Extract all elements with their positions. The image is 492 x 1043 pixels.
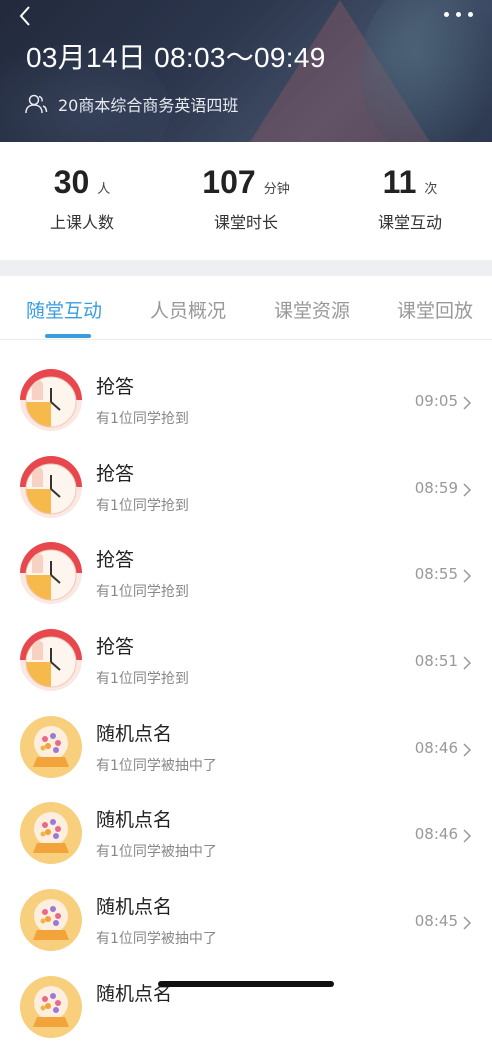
tab-bar: 随堂互动 人员概况 课堂资源 课堂回放	[0, 276, 492, 340]
chevron-right-icon	[463, 829, 472, 843]
chevron-right-icon	[463, 569, 472, 583]
item-subtitle: 有1位同学被抽中了	[96, 757, 217, 774]
random-call-icon	[19, 975, 83, 1039]
random-call-icon	[19, 801, 83, 865]
item-time: 08:51	[414, 652, 458, 671]
item-time: 08:59	[414, 478, 458, 497]
quick-answer-icon	[19, 368, 83, 432]
item-time: 08:45	[414, 912, 458, 931]
list-item[interactable]: 抢答有1位同学抢到 08:59	[0, 433, 492, 520]
stat-label: 课堂时长	[213, 213, 278, 232]
more-icon[interactable]	[444, 10, 474, 20]
tab-resources[interactable]: 课堂资源	[274, 296, 350, 323]
stat-unit: 分钟	[263, 182, 290, 197]
stat-value: 107	[202, 164, 256, 200]
people-icon	[25, 94, 48, 114]
item-subtitle: 有1位同学抢到	[96, 411, 189, 427]
random-call-icon	[19, 888, 83, 952]
stat-interactions: 11 次 课堂互动	[328, 164, 492, 233]
stat-value: 30	[53, 164, 90, 200]
list-item[interactable]: 随机点名	[0, 953, 492, 1040]
tab-replay[interactable]: 课堂回放	[397, 296, 473, 323]
chevron-right-icon	[463, 396, 472, 410]
list-item[interactable]: 抢答有1位同学抢到 08:51	[0, 606, 492, 693]
interaction-list: 抢答 有1位同学抢到 09:05 抢答 有1位同学抢到 08:59 抢答 有1位同学抢到 0…	[0, 346, 492, 1040]
item-time: 08:46	[414, 825, 458, 844]
section-divider	[0, 260, 492, 276]
item-subtitle: 有1位同学被抽中了	[96, 844, 217, 861]
back-icon[interactable]	[14, 4, 38, 28]
item-subtitle: 有1位同学抢到	[96, 497, 189, 514]
item-title: 抢答	[96, 636, 135, 659]
stat-attendance: 30 人 上课人数	[0, 164, 164, 233]
stats-panel: 30 人 上课人数 107 分钟 课堂时长 11 次 课堂互动	[0, 142, 492, 260]
chevron-right-icon	[463, 483, 472, 497]
tab-indicator	[45, 334, 91, 338]
chevron-right-icon	[463, 656, 472, 670]
home-indicator	[158, 981, 334, 987]
item-subtitle: 有1位同学抢到	[96, 584, 189, 601]
item-title: 随机点名	[96, 809, 173, 832]
class-info: 20商本综合商务英语四班	[24, 92, 238, 116]
stat-label: 上课人数	[49, 213, 114, 232]
list-item[interactable]: 抢答有1位同学抢到 09:05	[0, 346, 492, 433]
quick-answer-icon	[19, 455, 83, 519]
item-title: 随机点名	[96, 896, 173, 919]
item-time: 09:05	[414, 392, 458, 410]
header-banner: 03月14日 08:03～09:49 20商本综合商务英语四班	[0, 0, 492, 142]
list-item[interactable]: 抢答有1位同学抢到 08:55	[0, 519, 492, 606]
item-title: 抢答	[96, 376, 135, 398]
stat-duration: 107 分钟 课堂时长	[164, 164, 328, 233]
random-call-icon	[19, 715, 83, 779]
item-subtitle: 有1位同学被抽中了	[96, 931, 217, 948]
class-name: 20商本综合商务英语四班	[58, 96, 239, 115]
chevron-right-icon	[463, 916, 472, 930]
list-item[interactable]: 随机点名有1位同学被抽中了 08:46	[0, 779, 492, 866]
tab-people[interactable]: 人员概况	[150, 296, 226, 323]
list-item[interactable]: 随机点名有1位同学被抽中了 08:46	[0, 693, 492, 780]
tab-interactions[interactable]: 随堂互动	[26, 296, 102, 323]
item-time: 08:55	[414, 565, 458, 584]
item-title: 抢答	[96, 549, 135, 572]
list-item[interactable]: 随机点名有1位同学被抽中了 08:45	[0, 866, 492, 953]
stat-label: 课堂互动	[377, 213, 442, 232]
item-title: 抢答	[96, 462, 135, 485]
item-time: 08:46	[414, 738, 458, 757]
item-subtitle: 有1位同学抢到	[96, 671, 189, 688]
stat-unit: 人	[97, 182, 111, 197]
stat-value: 11	[382, 164, 417, 200]
quick-answer-icon	[19, 628, 83, 692]
page-title: 03月14日 08:03～09:49	[26, 42, 326, 73]
quick-answer-icon	[19, 541, 83, 605]
stat-unit: 次	[424, 182, 438, 197]
item-title: 随机点名	[96, 722, 173, 745]
chevron-right-icon	[463, 743, 472, 757]
